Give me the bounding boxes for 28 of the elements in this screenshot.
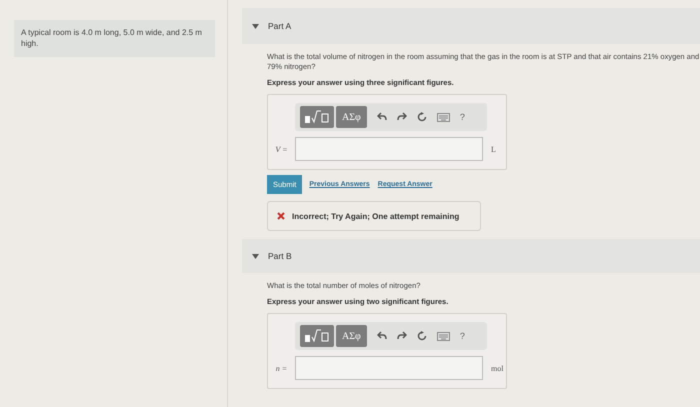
problem-statement: A typical room is 4.0 m long, 5.0 m wide, and 2.5 m high. <box>14 20 215 57</box>
caret-icon[interactable] <box>252 254 259 258</box>
part-header[interactable]: Part B <box>242 239 700 273</box>
help-button[interactable]: ? <box>460 331 465 341</box>
answer-field[interactable] <box>295 137 483 161</box>
templates-button[interactable] <box>300 106 334 128</box>
help-button[interactable]: ? <box>460 112 465 122</box>
keyboard-icon[interactable] <box>436 332 450 340</box>
redo-icon[interactable] <box>396 112 407 122</box>
unit-label: mol <box>491 364 504 372</box>
reset-icon[interactable] <box>416 331 427 341</box>
keyboard-icon[interactable] <box>436 112 450 122</box>
answer-field[interactable] <box>295 356 483 380</box>
undo-icon[interactable] <box>376 112 387 122</box>
variable-label: V = <box>274 144 289 154</box>
symbols-button[interactable]: ΑΣφ <box>336 325 367 347</box>
part-title: Part B <box>268 251 292 261</box>
part-header[interactable]: Part A <box>242 8 700 44</box>
feedback-text: Incorrect; Try Again; One attempt remaining <box>292 212 460 220</box>
reset-icon[interactable] <box>416 112 427 122</box>
caret-icon[interactable] <box>252 24 259 28</box>
templates-button[interactable] <box>300 325 334 347</box>
unit-label: L <box>491 144 496 154</box>
symbols-button[interactable]: ΑΣφ <box>336 106 367 128</box>
part-title: Part A <box>268 21 292 31</box>
redo-icon[interactable] <box>396 331 407 341</box>
variable-label: n = <box>274 364 288 372</box>
undo-icon[interactable] <box>376 331 387 341</box>
